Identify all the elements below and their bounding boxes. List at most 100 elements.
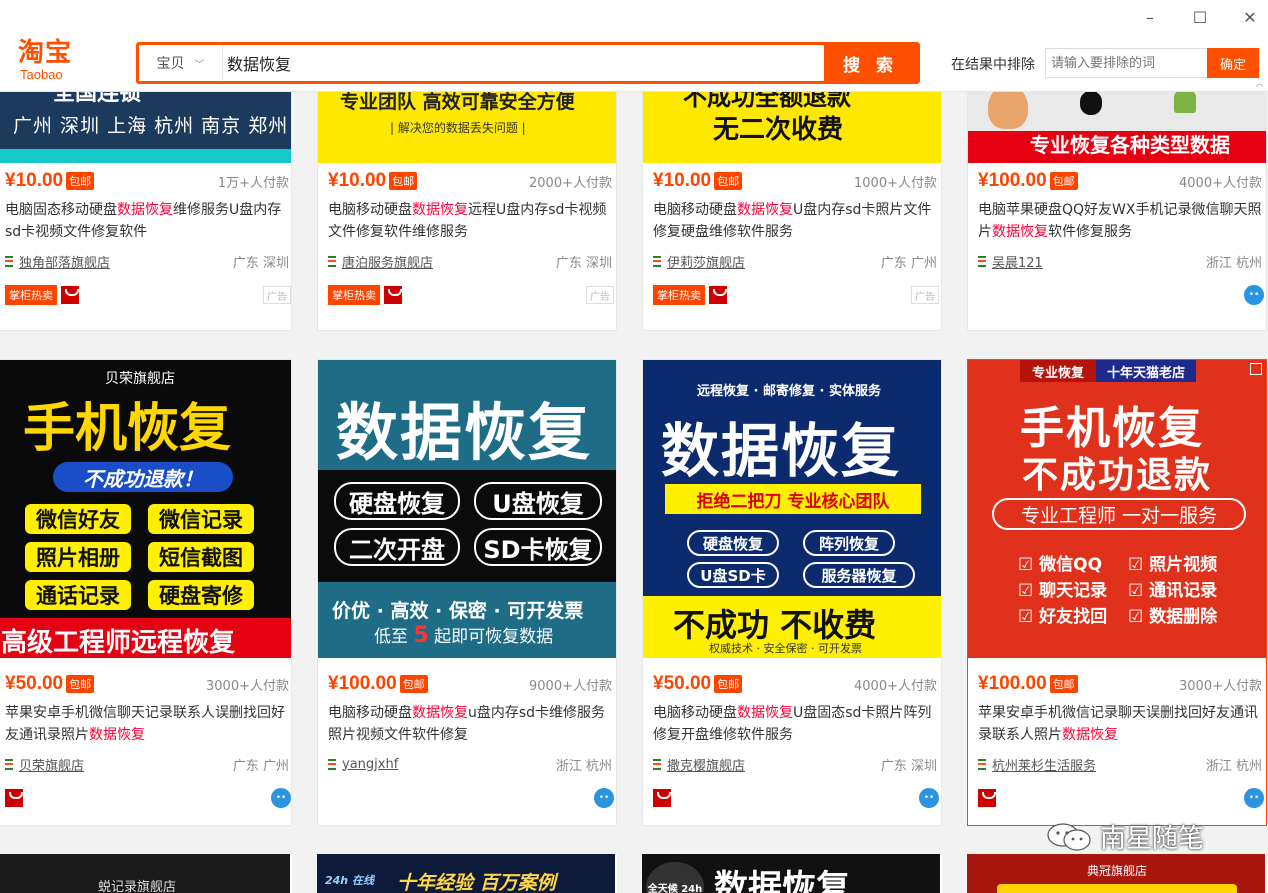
scroll-up-icon[interactable]: ◠ bbox=[1256, 82, 1266, 92]
icon-row: 掌柜热卖 广告 bbox=[653, 285, 939, 305]
location: 广东 广州 bbox=[880, 255, 937, 271]
banner-item: 硬盘恢复 bbox=[687, 530, 779, 556]
product-image[interactable]: 24h 在线 十年经验 百万案例 bbox=[317, 854, 615, 893]
search-box: 宝贝 ﹀ 搜 索 bbox=[136, 42, 920, 84]
product-card[interactable]: 专业团队 高效可靠安全方便 | 解决您的数据丢失问题 | ¥10.00 包邮 2… bbox=[317, 92, 617, 331]
price-row: ¥50.00 包邮 4000+人付款 bbox=[653, 670, 937, 698]
product-card[interactable]: 全国连锁 广州 深圳 上海 杭州 南京 郑州 ¥10.00 包邮 1万+人付款 … bbox=[0, 92, 292, 331]
product-title[interactable]: 苹果安卓手机微信记录聊天误删找回好友通讯录联系人照片数据恢复 bbox=[978, 702, 1264, 746]
product-title[interactable]: 电脑移动硬盘数据恢复远程U盘内存sd卡视频文件修复软件维修服务 bbox=[328, 199, 614, 243]
wangwang-chat-icon[interactable]: •• bbox=[1244, 788, 1264, 808]
price: ¥100.00 bbox=[978, 170, 1047, 191]
tmall-icon[interactable] bbox=[978, 789, 996, 807]
product-image[interactable]: 远程恢复 · 邮寄修复 · 实体服务 数据恢复 拒绝二把刀 专业核心团队 硬盘恢… bbox=[643, 360, 941, 658]
banner-item: 二次开盘 bbox=[334, 528, 460, 566]
exclude-input[interactable] bbox=[1045, 48, 1207, 78]
product-card[interactable]: 蜕记录旗舰店 bbox=[0, 854, 292, 893]
price: ¥100.00 bbox=[978, 673, 1047, 694]
shop-name[interactable]: 伊莉莎旗舰店 bbox=[667, 252, 745, 271]
product-card[interactable]: 贝荣旗舰店 手机恢复 不成功退款！ 微信好友 微信记录 照片相册 短信截图 通话… bbox=[0, 359, 292, 826]
taobao-logo[interactable]: 淘宝 Taobao bbox=[18, 38, 72, 82]
shop-icon bbox=[328, 255, 336, 267]
location: 浙江 杭州 bbox=[555, 758, 612, 774]
shop-name[interactable]: 独角部落旗舰店 bbox=[19, 252, 110, 271]
icon-row: 掌柜热卖 广告 bbox=[5, 285, 291, 305]
product-card[interactable]: 全天候 24h 数据恢复 bbox=[642, 854, 942, 893]
product-card[interactable]: 数据恢复 硬盘恢复 U盘恢复 二次开盘 SD卡恢复 价优 · 高效 · 保密 ·… bbox=[317, 359, 617, 826]
product-image[interactable]: 贝荣旗舰店 手机恢复 不成功退款！ 微信好友 微信记录 照片相册 短信截图 通话… bbox=[0, 360, 291, 658]
product-card[interactable]: 24h 在线 十年经验 百万案例 bbox=[317, 854, 617, 893]
paid-count: 4000+人付款 bbox=[854, 678, 937, 694]
close-button[interactable]: ✕ bbox=[1239, 6, 1261, 28]
product-card[interactable]: 不成功全额退款 无二次收费 ¥10.00 包邮 1000+人付款 电脑移动硬盘数… bbox=[642, 92, 942, 331]
product-image[interactable]: 全天候 24h 数据恢复 bbox=[642, 854, 940, 893]
product-image[interactable]: 专业团队 高效可靠安全方便 | 解决您的数据丢失问题 | bbox=[318, 92, 616, 163]
shop-name[interactable]: 贝荣旗舰店 bbox=[19, 755, 84, 774]
shop-name[interactable]: 唐泊服务旗舰店 bbox=[342, 252, 433, 271]
price: ¥10.00 bbox=[653, 170, 712, 191]
product-image[interactable]: 数据恢复 硬盘恢复 U盘恢复 二次开盘 SD卡恢复 价优 · 高效 · 保密 ·… bbox=[318, 360, 616, 658]
banner-text: | 解决您的数据丢失问题 | bbox=[390, 121, 526, 135]
banner-text: 专业团队 高效可靠安全方便 bbox=[340, 92, 575, 113]
product-card[interactable]: 典冠旗舰店 bbox=[967, 854, 1267, 893]
banner-headline: 手机恢复 bbox=[23, 399, 232, 459]
product-title[interactable]: 电脑固态移动硬盘数据恢复维修服务U盘内存sd卡视频文件修复软件 bbox=[5, 199, 291, 243]
tmall-icon[interactable] bbox=[5, 789, 23, 807]
banner-footer: 低至 5 起即可恢复数据 bbox=[374, 623, 554, 648]
hot-sale-tag[interactable]: 掌柜热卖 bbox=[328, 285, 380, 305]
banner-text: 专业恢复各种类型数据 bbox=[1030, 133, 1230, 157]
shop-name[interactable]: 撒克樱旗舰店 bbox=[667, 755, 745, 774]
maximize-button[interactable]: ☐ bbox=[1189, 6, 1211, 28]
product-title[interactable]: 电脑移动硬盘数据恢复u盘内存sd卡维修服务照片视频文件软件修复 bbox=[328, 702, 614, 746]
price-row: ¥100.00 包邮 3000+人付款 bbox=[978, 670, 1262, 698]
banner-text: 广州 深圳 上海 杭州 南京 郑州 bbox=[13, 115, 289, 137]
product-image[interactable]: 蜕记录旗舰店 bbox=[0, 854, 290, 893]
exclude-confirm-button[interactable]: 确定 bbox=[1207, 48, 1259, 78]
shop-row: 吴晨121 浙江 杭州 bbox=[978, 251, 1262, 271]
product-image[interactable]: 全国连锁 广州 深圳 上海 杭州 南京 郑州 bbox=[0, 92, 291, 163]
search-type-select[interactable]: 宝贝 ﹀ bbox=[139, 45, 223, 81]
product-image[interactable]: 典冠旗舰店 bbox=[967, 854, 1265, 893]
banner-text: 蜕记录旗舰店 bbox=[98, 880, 177, 893]
watermark: 南星随笔 bbox=[1046, 818, 1204, 855]
wangwang-chat-icon[interactable]: •• bbox=[594, 788, 614, 808]
banner-slogan: 不成功退款！ bbox=[53, 462, 233, 492]
wangwang-chat-icon[interactable]: •• bbox=[271, 788, 291, 808]
tmall-icon[interactable] bbox=[709, 286, 727, 304]
product-title[interactable]: 苹果安卓手机微信聊天记录联系人误删找回好友通讯录照片数据恢复 bbox=[5, 702, 291, 746]
price-row: ¥100.00 包邮 4000+人付款 bbox=[978, 167, 1262, 195]
product-image[interactable]: 专业恢复各种类型数据 bbox=[968, 92, 1266, 163]
product-card[interactable]: 专业恢复 十年天猫老店 手机恢复 不成功退款 专业工程师 一对一服务 ☑ 微信Q… bbox=[967, 359, 1267, 826]
product-image[interactable]: 不成功全额退款 无二次收费 bbox=[643, 92, 941, 163]
product-card[interactable]: 远程恢复 · 邮寄修复 · 实体服务 数据恢复 拒绝二把刀 专业核心团队 硬盘恢… bbox=[642, 359, 942, 826]
tmall-icon[interactable] bbox=[653, 789, 671, 807]
search-button[interactable]: 搜 索 bbox=[824, 45, 917, 81]
shop-name[interactable]: yangjxhf bbox=[342, 757, 398, 772]
product-title[interactable]: 电脑移动硬盘数据恢复U盘内存sd卡照片文件修复硬盘维修软件服务 bbox=[653, 199, 939, 243]
shop-icon bbox=[978, 255, 986, 267]
tmall-icon[interactable] bbox=[61, 286, 79, 304]
shop-name[interactable]: 吴晨121 bbox=[992, 252, 1043, 271]
minimize-button[interactable]: – bbox=[1139, 6, 1161, 28]
wangwang-chat-icon[interactable]: •• bbox=[1244, 285, 1264, 305]
banner-item: 微信记录 bbox=[148, 504, 254, 534]
product-title[interactable]: 电脑苹果硬盘QQ好友WX手机记录微信聊天照片数据恢复软件修复服务 bbox=[978, 199, 1264, 243]
price-row: ¥10.00 包邮 1000+人付款 bbox=[653, 167, 937, 195]
hot-sale-tag[interactable]: 掌柜热卖 bbox=[5, 285, 57, 305]
paid-count: 1万+人付款 bbox=[217, 175, 289, 191]
wangwang-chat-icon[interactable]: •• bbox=[919, 788, 939, 808]
shop-row: 撒克樱旗舰店 广东 深圳 bbox=[653, 754, 937, 774]
banner-item: ☑ 数据删除 bbox=[1128, 607, 1218, 627]
shop-row: 杭州莱杉生活服务 浙江 杭州 bbox=[978, 754, 1262, 774]
ad-label: 广告 bbox=[911, 286, 939, 304]
banner-slogan: 拒绝二把刀 专业核心团队 bbox=[665, 484, 921, 514]
product-title[interactable]: 电脑移动硬盘数据恢复U盘固态sd卡照片阵列修复开盘维修软件服务 bbox=[653, 702, 939, 746]
hot-sale-tag[interactable]: 掌柜热卖 bbox=[653, 285, 705, 305]
product-card[interactable]: 专业恢复各种类型数据 ¥100.00 包邮 4000+人付款 电脑苹果硬盘QQ好… bbox=[967, 92, 1267, 331]
search-input[interactable] bbox=[227, 52, 817, 74]
tmall-icon[interactable] bbox=[384, 286, 402, 304]
product-image[interactable]: 专业恢复 十年天猫老店 手机恢复 不成功退款 专业工程师 一对一服务 ☑ 微信Q… bbox=[968, 360, 1266, 658]
search-header: 淘宝 Taobao 宝贝 ﹀ 搜 索 在结果中排除 确定 ◠ bbox=[0, 36, 1268, 92]
shop-name[interactable]: 杭州莱杉生活服务 bbox=[992, 755, 1096, 774]
paid-count: 3000+人付款 bbox=[206, 678, 289, 694]
